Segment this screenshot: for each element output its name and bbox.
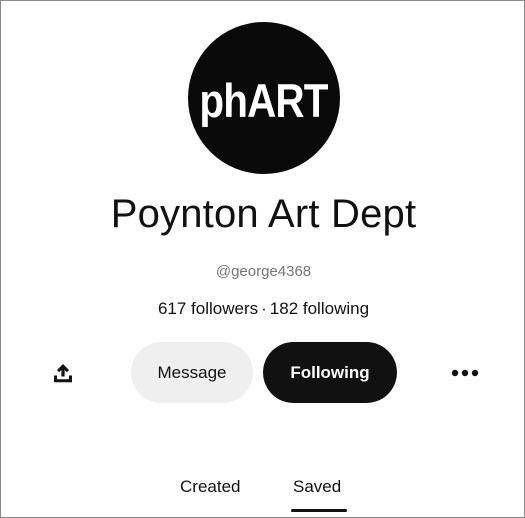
tab-saved[interactable]: Saved	[293, 477, 341, 497]
share-button[interactable]	[48, 358, 78, 388]
avatar-logo-text: phART	[199, 73, 329, 127]
followers-count[interactable]: 617 followers	[158, 299, 258, 318]
tab-saved-underline	[291, 509, 347, 512]
username: @george4368	[215, 263, 312, 280]
profile-name: Poynton Art Dept	[110, 192, 417, 236]
message-button[interactable]: Message	[131, 342, 253, 403]
follow-stats: 617 followers · 182 following	[1, 299, 525, 319]
profile-page: phART Poynton Art Dept @george4368 617 f…	[0, 0, 525, 518]
avatar[interactable]: phART	[188, 22, 340, 174]
more-horizontal-icon	[451, 369, 479, 377]
tab-created[interactable]: Created	[180, 477, 240, 497]
stats-separator: ·	[261, 299, 267, 318]
following-count[interactable]: 182 following	[270, 299, 369, 318]
following-button[interactable]: Following	[263, 342, 397, 403]
more-options-button[interactable]	[449, 361, 481, 385]
share-upload-icon	[54, 364, 72, 383]
